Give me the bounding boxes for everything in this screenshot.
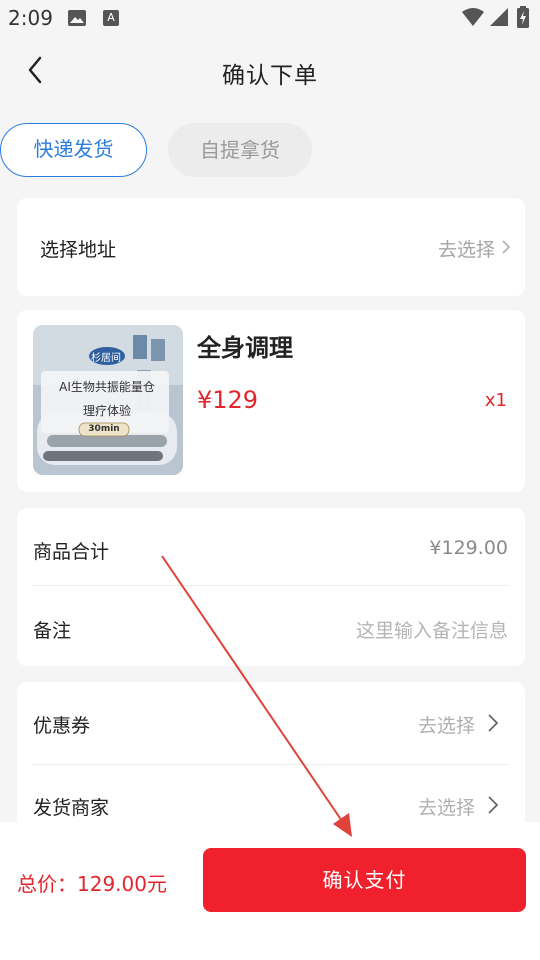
nav-bar: 确认下单 xyxy=(0,36,540,104)
total-price: 总价：129.00元 xyxy=(17,872,167,896)
chevron-right-icon xyxy=(488,714,499,732)
signal-icon xyxy=(490,8,508,26)
wifi-icon xyxy=(462,8,484,26)
chevron-right-icon xyxy=(502,240,511,254)
remark-label: 备注 xyxy=(33,620,72,642)
product-image: 杉居间 AI生物共振能量仓 理疗体验 30min xyxy=(33,325,183,475)
divider xyxy=(33,585,509,586)
image-notification-icon xyxy=(68,10,86,26)
coupon-label: 优惠券 xyxy=(33,715,91,737)
product-photo-graphic xyxy=(33,325,183,475)
product-card: 杉居间 AI生物共振能量仓 理疗体验 30min 全身调理 ¥129 x1 xyxy=(17,310,525,492)
subtotal-label: 商品合计 xyxy=(33,541,110,563)
merchant-label: 发货商家 xyxy=(33,797,110,819)
a-notification-icon: A xyxy=(103,10,119,26)
product-quantity: x1 xyxy=(484,390,507,411)
options-card: 优惠券 去选择 发货商家 去选择 xyxy=(17,682,525,842)
page-title: 确认下单 xyxy=(222,63,318,89)
product-name: 全身调理 xyxy=(197,334,293,362)
address-select-row[interactable]: 选择地址 去选择 xyxy=(17,198,525,296)
status-bar: 2:09 A xyxy=(0,0,540,36)
order-confirm-screen: 2:09 A 确认下单 快递发货 自提拿货 选择地址 去选择 杉居间 AI生物共… xyxy=(0,0,540,960)
status-time: 2:09 xyxy=(8,6,53,30)
subtotal-value: ¥129.00 xyxy=(429,537,508,559)
address-label: 选择地址 xyxy=(40,239,117,261)
battery-charging-icon xyxy=(517,6,529,28)
product-image-duration: 30min xyxy=(88,424,120,434)
order-summary-card: 商品合计 ¥129.00 备注 这里输入备注信息 xyxy=(17,508,525,666)
coupon-action: 去选择 xyxy=(417,715,475,737)
product-image-brand: 杉居间 xyxy=(91,353,121,364)
merchant-action: 去选择 xyxy=(417,797,475,819)
chevron-right-icon xyxy=(488,796,499,814)
coupon-row[interactable]: 优惠券 去选择 xyxy=(17,682,525,764)
bottom-action-bar: 总价：129.00元 确认支付 xyxy=(0,822,540,960)
product-image-line1: AI生物共振能量仓 xyxy=(59,380,155,394)
confirm-pay-button[interactable]: 确认支付 xyxy=(203,848,526,912)
product-image-line2: 理疗体验 xyxy=(82,404,131,418)
remark-input[interactable]: 这里输入备注信息 xyxy=(356,616,508,643)
tab-express-delivery[interactable]: 快递发货 xyxy=(0,123,147,177)
tab-self-pickup[interactable]: 自提拿货 xyxy=(168,123,312,177)
product-price: ¥129 xyxy=(197,386,259,414)
address-action: 去选择 xyxy=(437,239,495,261)
